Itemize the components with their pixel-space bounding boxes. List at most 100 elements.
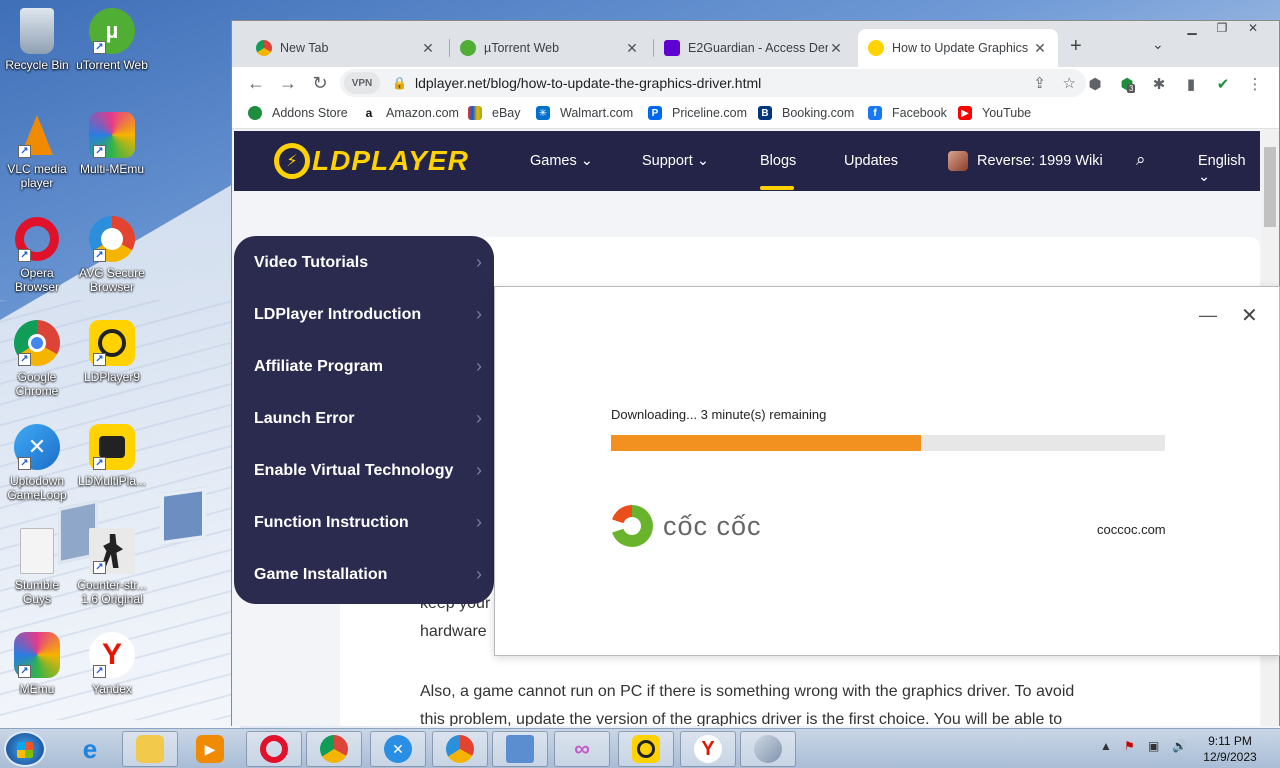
ldplayer-logo[interactable]: ⚡ LDPLAYER [274,143,469,179]
desktop-icon-gameloop[interactable]: ✕ ↗ Uptodown GameLoop [1,424,73,502]
desktop-icon-vlc[interactable]: ↗ VLC media player [1,112,73,190]
menu-item-video-tutorials[interactable]: Video Tutorials › [254,252,482,273]
close-tab-icon[interactable]: ✕ [420,40,436,57]
desktop-icon-ldplayer9[interactable]: ↗ LDPlayer9 [76,320,148,384]
close-tab-icon[interactable]: ✕ [624,40,640,57]
system-clock[interactable]: 9:11 PM 12/9/2023 [1198,733,1262,765]
bookmark-star-icon[interactable]: ☆ [1063,74,1076,92]
close-window-icon[interactable]: ✕ [1238,21,1268,35]
extension-badge-icon[interactable]: ⬢3 [1118,75,1136,93]
vpn-badge[interactable]: VPN [344,72,380,94]
side-panel-icon[interactable]: ▮ [1182,75,1200,93]
bookmark-ebay[interactable]: eBay [468,106,521,120]
desktop-icon-label: VLC media player [7,162,67,190]
desktop-icon-stumble-guys[interactable]: Stumble Guys [1,528,73,606]
show-hidden-icons-icon[interactable]: ▲ [1100,739,1112,753]
bookmark-label: Facebook [892,106,947,120]
taskbar-chrome[interactable] [306,731,362,767]
volume-icon[interactable]: 🔊 [1172,739,1187,753]
taskbar-ldplayer[interactable] [618,731,674,767]
taskbar-yandex[interactable]: Y [680,731,736,767]
taskbar-gameloop[interactable]: ✕ [370,731,426,767]
url-text[interactable]: ldplayer.net/blog/how-to-update-the-grap… [415,75,761,91]
restore-window-icon[interactable]: ❐ [1207,21,1237,35]
start-button[interactable] [4,731,46,767]
search-icon[interactable]: ⌕ [1136,150,1146,170]
desktop-icon-multi-memu[interactable]: ↗ Multi-MEmu [76,112,148,176]
desktop-icon-opera[interactable]: ↗ Opera Browser [1,216,73,294]
desktop-icon-yandex[interactable]: Y ↗ Yandex [76,632,148,696]
taskbar-installer[interactable] [740,731,796,767]
network-icon[interactable]: ▣ [1148,739,1159,753]
minimize-window-icon[interactable]: ▁ [1177,21,1207,35]
bookmark-walmart[interactable]: ✳ Walmart.com [536,106,633,120]
desktop-icon-counter-strike[interactable]: ↗ Counter-str... 1.6 Original [76,528,148,606]
extension-count-badge: 3 [1127,84,1136,93]
bookmark-addons-store[interactable]: Addons Store [248,106,348,120]
taskbar-window-app[interactable] [492,731,548,767]
desktop-icon-label: Google Chrome [15,370,59,398]
bookmark-youtube[interactable]: ▶ YouTube [958,106,1031,120]
nav-support[interactable]: Support ⌄ [642,153,709,169]
bookmark-priceline[interactable]: P Priceline.com [648,106,747,120]
taskbar-media-player[interactable]: ▶ [182,731,238,767]
chevron-right-icon: › [476,460,482,480]
tab-e2guardian[interactable]: E2Guardian - Access Denied ✕ [654,29,854,67]
nav-wiki[interactable]: Reverse: 1999 Wiki [977,153,1103,169]
tab-search-chevron-icon[interactable]: ⌄ [1152,36,1164,53]
desktop-icon-avg-browser[interactable]: ↗ AVG Secure Browser [76,216,148,294]
nav-games[interactable]: Games ⌄ [530,153,593,169]
bookmark-label: Booking.com [782,106,855,120]
menu-item-function-instruction[interactable]: Function Instruction › [254,512,482,533]
extensions-puzzle-icon[interactable]: ✱ [1150,75,1168,93]
security-shield-icon[interactable]: ✔ [1214,75,1232,93]
new-tab-icon[interactable]: + [1070,35,1082,58]
menu-item-affiliate-program[interactable]: Affiliate Program › [254,356,482,377]
desktop-icon-label: Yandex [92,682,132,696]
language-selector[interactable]: English ⌄ [1198,153,1260,185]
bookmark-booking[interactable]: B Booking.com [758,106,854,120]
desktop-icon-ldmultiplayer[interactable]: ↗ LDMultiPla... [76,424,148,488]
menu-kebab-icon[interactable]: ⋮ [1246,75,1264,93]
minimize-dialog-icon[interactable]: — [1199,305,1217,326]
desktop-icon-utorrent[interactable]: µ ↗ uTorrent Web [76,8,148,72]
lock-icon[interactable]: 🔒 [392,76,407,90]
close-tab-icon[interactable]: ✕ [1032,40,1048,57]
taskbar-internet-explorer[interactable]: e [62,731,118,767]
desktop-icon-google-chrome[interactable]: ↗ Google Chrome [1,320,73,398]
desktop-icon-memu[interactable]: ↗ MEmu [1,632,73,696]
yandex-icon: Y ↗ [89,632,135,678]
nav-blogs[interactable]: Blogs [760,153,796,169]
taskbar-file-explorer[interactable] [122,731,178,767]
reload-icon[interactable]: ↻ [310,73,330,94]
menu-item-launch-error[interactable]: Launch Error › [254,408,482,429]
language-label: English [1198,153,1246,169]
share-icon[interactable]: ⇪ [1033,74,1046,92]
back-icon[interactable]: ← [246,73,266,94]
priceline-icon: P [648,106,662,120]
menu-item-enable-virtual-technology[interactable]: Enable Virtual Technology › [254,460,482,481]
close-tab-icon[interactable]: ✕ [828,40,844,57]
desktop-icon-label: Uptodown GameLoop [7,474,67,502]
forward-icon[interactable]: → [278,73,298,94]
file-icon [20,528,54,574]
desktop-icon-label: AVG Secure Browser [79,266,145,294]
tab-new-tab[interactable]: New Tab ✕ [246,29,446,67]
taskbar-avg-browser[interactable] [432,731,488,767]
tab-how-to-update-graphics[interactable]: How to Update Graphics Driver ✕ [858,29,1058,67]
address-bar[interactable]: VPN 🔒 ldplayer.net/blog/how-to-update-th… [340,69,1086,97]
extension-shield-icon[interactable]: ⬢ [1086,75,1104,93]
bookmark-amazon[interactable]: a Amazon.com [362,106,459,120]
menu-item-ldplayer-introduction[interactable]: LDPlayer Introduction › [254,304,482,325]
menu-item-game-installation[interactable]: Game Installation › [254,564,482,585]
taskbar-opera[interactable] [246,731,302,767]
desktop-icon-recycle-bin[interactable]: Recycle Bin [1,8,73,72]
taskbar-infinity-app[interactable]: ∞ [554,731,610,767]
close-dialog-icon[interactable]: ✕ [1241,303,1258,328]
tab-utorrent-web[interactable]: µTorrent Web ✕ [450,29,650,67]
bookmark-facebook[interactable]: f Facebook [868,106,947,120]
page-scrollbar-thumb[interactable] [1264,147,1276,227]
action-center-flag-icon[interactable]: ⚑ [1124,739,1135,753]
nav-updates[interactable]: Updates [844,153,898,169]
memu-icon: ↗ [14,632,60,678]
